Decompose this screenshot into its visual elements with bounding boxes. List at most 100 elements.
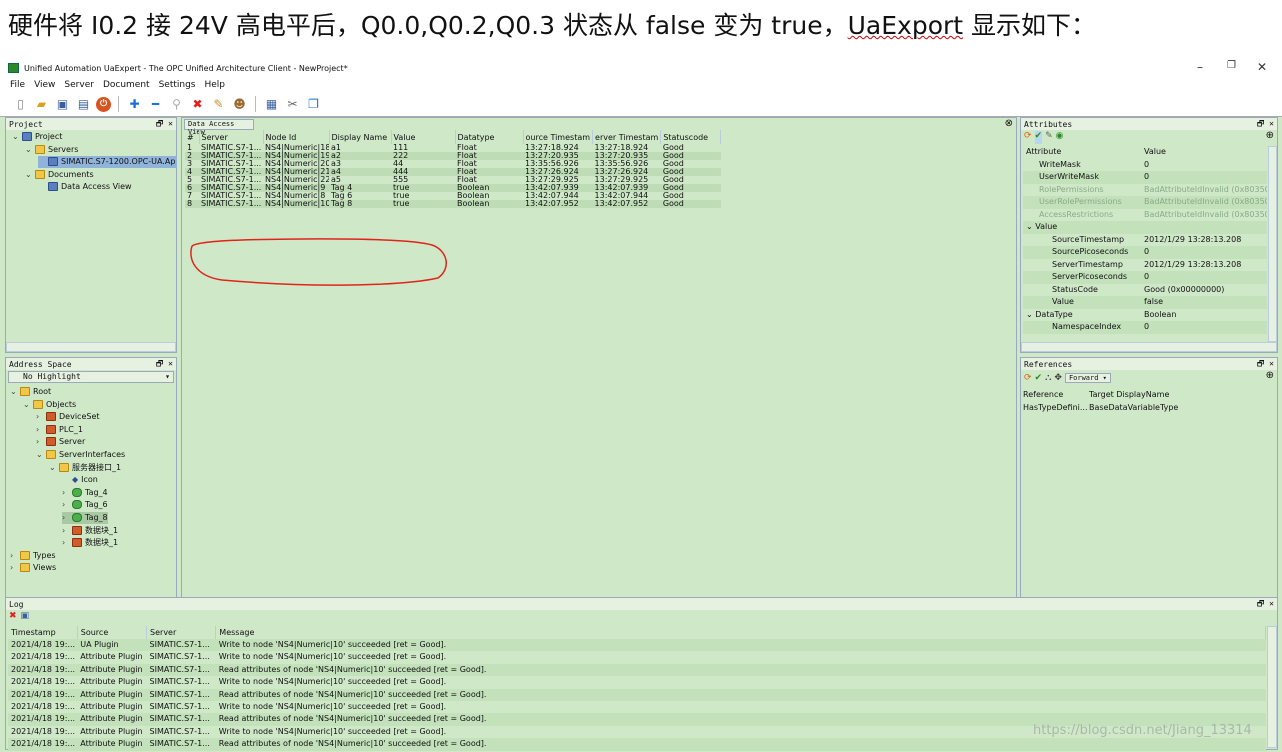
refresh-icon[interactable]: ⟳ <box>1024 373 1032 383</box>
log-row[interactable]: 2021/4/18 19:... Attribute Plugin SIMATIC.… <box>8 676 1266 688</box>
table-row[interactable]: 6 SIMATIC.S7-1... NS4|Numeric|9 Tag 4 true Bo… <box>185 184 721 192</box>
attribute-row[interactable]: ServerPicoseconds 0 <box>1023 271 1267 284</box>
expand-icon[interactable]: › <box>10 550 20 562</box>
address-tree-item[interactable]: ⌄ ServerInterfaces <box>36 449 125 461</box>
address-tree-item[interactable]: › Server <box>36 436 85 448</box>
dock-controls[interactable]: 🗗 ✕ <box>156 358 173 372</box>
vertical-scrollbar[interactable] <box>1268 146 1277 342</box>
address-tree-item[interactable]: › Tag_8 <box>62 512 108 524</box>
log-row[interactable]: 2021/4/18 19:... Attribute Plugin SIMATIC.… <box>8 663 1266 677</box>
horizontal-scrollbar[interactable] <box>6 342 176 352</box>
dock-controls[interactable]: 🗗 ✕ <box>1257 598 1274 612</box>
refresh-icon[interactable]: ⟳ <box>1024 131 1032 144</box>
address-tree-item[interactable]: › Tag_4 <box>62 487 108 499</box>
address-tree-item[interactable]: ◆ Icon <box>62 474 98 486</box>
column-header[interactable]: Server <box>199 130 264 144</box>
attribute-row[interactable]: UserWriteMask 0 <box>1023 171 1267 184</box>
reference-row[interactable]: HasTypeDefini... BaseDataVariableType <box>1023 401 1275 414</box>
save-as-icon[interactable]: ▤ <box>75 96 92 113</box>
add-icon[interactable]: ⊕ <box>1266 370 1274 381</box>
column-header[interactable]: Source <box>77 626 148 639</box>
expand-icon[interactable]: › <box>62 512 72 524</box>
chevron-down-icon[interactable]: ⌄ <box>12 131 22 143</box>
check-icon[interactable]: ✔ <box>1034 131 1043 144</box>
hierarchy-icon[interactable]: ⛬ <box>1045 373 1051 383</box>
attribute-row[interactable]: ⌄ Value <box>1023 221 1267 234</box>
save-icon[interactable]: ▣ <box>54 96 71 113</box>
expand-icon[interactable]: ⌄ <box>49 462 59 474</box>
cut-icon[interactable]: ✂ <box>284 96 301 113</box>
maximize-button[interactable]: ❐ <box>1227 60 1236 71</box>
settings-icon[interactable]: ✎ <box>210 96 227 113</box>
expand-icon[interactable]: › <box>36 411 46 423</box>
column-header[interactable]: Statuscode <box>660 130 722 144</box>
column-header[interactable]: Node Id <box>263 130 330 144</box>
column-header[interactable]: Display Name <box>329 130 392 144</box>
monitor-icon[interactable]: ◉ <box>1056 131 1064 144</box>
pen-icon[interactable]: ✎ <box>1045 131 1053 144</box>
address-tree-item[interactable]: › 数据块_1 <box>62 525 118 537</box>
table-row[interactable]: 3 SIMATIC.S7-1... NS4|Numeric|20 a3 44 Float 1… <box>185 160 721 168</box>
attribute-row[interactable]: UserRolePermissions BadAttributeIdInvalid… <box>1023 196 1267 209</box>
attribute-row[interactable]: Value false <box>1023 296 1267 309</box>
vertical-scrollbar[interactable] <box>1267 626 1277 748</box>
disconnect-icon[interactable]: ✖ <box>189 96 206 113</box>
menu-view[interactable]: View <box>34 80 55 90</box>
chevron-down-icon[interactable]: ⌄ <box>1026 222 1035 231</box>
project-tree-item[interactable]: ⌄ Servers <box>25 144 78 156</box>
column-header[interactable]: erver Timestam <box>592 130 662 144</box>
expand-icon[interactable]: ⌄ <box>10 386 20 398</box>
expand-icon[interactable]: › <box>62 499 72 511</box>
minimize-button[interactable]: – <box>1197 60 1203 74</box>
menu-help[interactable]: Help <box>205 80 226 90</box>
menu-settings[interactable]: Settings <box>159 80 196 90</box>
attribute-row[interactable]: SourceTimestamp 2012/1/29 13:28:13.208 <box>1023 234 1267 247</box>
column-header[interactable]: Server <box>146 626 217 639</box>
table-row[interactable]: 2 SIMATIC.S7-1... NS4|Numeric|19 a2 222 Float… <box>185 152 721 160</box>
attribute-row[interactable]: StatusCode Good (0x00000000) <box>1023 284 1267 297</box>
address-tree-item[interactable]: ⌄ Objects <box>23 399 76 411</box>
attribute-row[interactable]: ServerTimestamp 2012/1/29 13:28:13.208 <box>1023 259 1267 272</box>
column-header[interactable]: Target DisplayName <box>1089 387 1275 401</box>
menu-file[interactable]: File <box>10 80 25 90</box>
log-row[interactable]: 2021/4/18 19:... UA Plugin SIMATIC.S7-1...… <box>8 639 1266 652</box>
expand-icon[interactable]: › <box>36 424 46 436</box>
table-row[interactable]: 4 SIMATIC.S7-1... NS4|Numeric|21 a4 444 Float… <box>185 168 721 176</box>
menu-server[interactable]: Server <box>64 80 94 90</box>
close-tab-icon[interactable]: ⊗ <box>1005 118 1013 129</box>
table-row[interactable]: 7 SIMATIC.S7-1... NS4|Numeric|8 Tag 6 true Bo… <box>185 192 721 200</box>
table-row[interactable]: 1 SIMATIC.S7-1... NS4|Numeric|18 a1 111 Float… <box>185 144 721 152</box>
add-icon[interactable]: ✚ <box>126 96 143 113</box>
attribute-row[interactable]: AccessRestrictions BadAttributeIdInvalid … <box>1023 209 1267 222</box>
attribute-row[interactable]: NamespaceIndex 0 <box>1023 321 1267 334</box>
expand-icon[interactable]: › <box>62 525 72 537</box>
column-header[interactable]: ource Timestam <box>523 130 594 144</box>
remove-icon[interactable]: ━ <box>147 96 164 113</box>
direction-dropdown[interactable]: Forward ▾ <box>1064 372 1111 383</box>
attribute-row[interactable]: SourcePicoseconds 0 <box>1023 246 1267 259</box>
project-tree-item[interactable]: ⌄ Project <box>12 131 62 143</box>
log-row[interactable]: 2021/4/18 19:... Attribute Plugin SIMATIC.… <box>8 738 1266 751</box>
address-tree-item[interactable]: › DeviceSet <box>36 411 100 423</box>
highlight-dropdown[interactable]: No Highlight ▾ <box>8 371 174 383</box>
expand-icon[interactable]: ⌄ <box>23 399 33 411</box>
column-header[interactable]: Reference <box>1023 387 1089 401</box>
address-tree-item[interactable]: › 数据块_1 <box>62 537 118 549</box>
expand-icon[interactable]: › <box>62 537 72 549</box>
user-icon[interactable]: ☻ <box>231 96 248 113</box>
horizontal-scrollbar[interactable] <box>1021 342 1277 352</box>
project-tree-item[interactable]: ⌄ Documents <box>25 169 94 181</box>
expand-icon[interactable]: › <box>10 562 20 574</box>
column-header[interactable]: Value <box>391 130 456 144</box>
add-icon[interactable]: ⊕ <box>1266 130 1274 141</box>
column-header[interactable]: # <box>185 130 200 144</box>
expand-icon[interactable]: ⌄ <box>36 449 46 461</box>
chevron-down-icon[interactable]: ⌄ <box>25 144 35 156</box>
close-window-button[interactable]: ✕ <box>1257 60 1267 74</box>
menu-document[interactable]: Document <box>103 80 150 90</box>
log-row[interactable]: 2021/4/18 19:... Attribute Plugin SIMATIC.… <box>8 651 1266 663</box>
column-header[interactable]: Timestamp <box>8 626 78 639</box>
table-row[interactable]: 5 SIMATIC.S7-1... NS4|Numeric|22 a5 555 Float… <box>185 176 721 184</box>
address-tree-item[interactable]: › PLC_1 <box>36 424 83 436</box>
tab-data-access-view[interactable]: Data Access View <box>184 119 254 136</box>
